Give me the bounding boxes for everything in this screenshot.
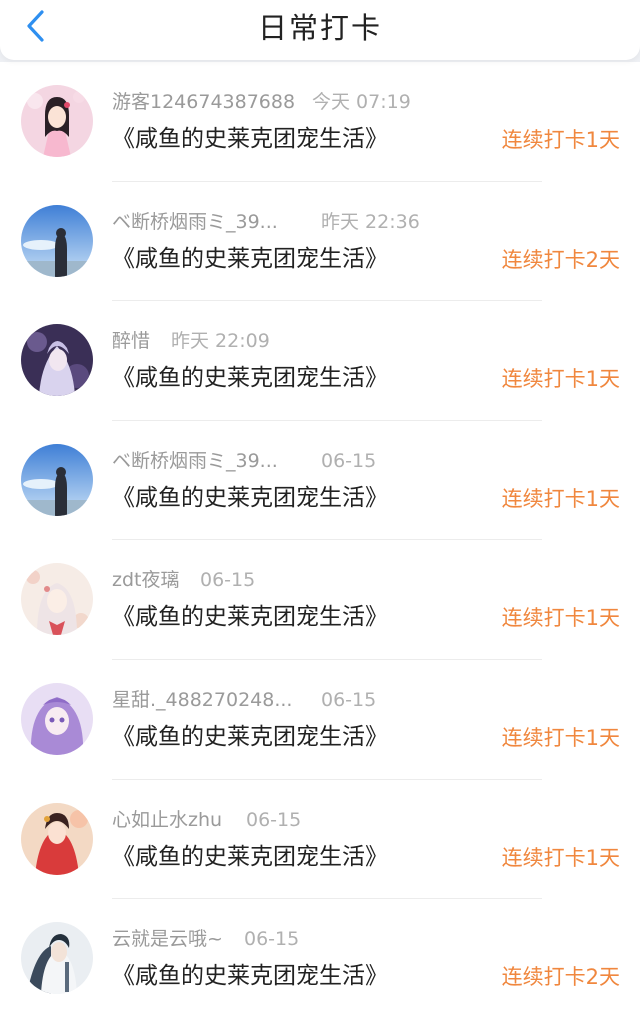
book-title[interactable]: 《咸鱼的史莱克团宠生活》 bbox=[112, 244, 388, 274]
streak-label: 连续打卡1天 bbox=[501, 128, 620, 152]
checkin-time: 今天 07:19 bbox=[312, 91, 411, 113]
list-item[interactable]: zdt夜璃 06-15 《咸鱼的史莱克团宠生活》 连续打卡1天 bbox=[0, 540, 640, 660]
checkin-time: 06-15 bbox=[244, 928, 300, 951]
list-item[interactable]: 星甜._488270248... 06-15 《咸鱼的史莱克团宠生活》 连续打卡… bbox=[0, 660, 640, 780]
user-meta: 星甜._488270248... 06-15 bbox=[112, 688, 376, 712]
avatar[interactable] bbox=[21, 443, 93, 516]
checkin-time: 06-15 bbox=[321, 449, 377, 472]
streak-label: 连续打卡1天 bbox=[501, 726, 620, 750]
list-item[interactable]: 游客124674387688 今天 07:19 《咸鱼的史莱克团宠生活》 连续打… bbox=[0, 62, 640, 182]
streak-label: 连续打卡2天 bbox=[501, 247, 620, 272]
username[interactable]: 游客124674387688 bbox=[112, 91, 295, 113]
username[interactable]: ベ断桥烟雨ミ_39... bbox=[112, 450, 278, 472]
user-meta: 心如止水zhu 06-15 bbox=[112, 808, 301, 832]
page-title: 日常打卡 bbox=[257, 11, 382, 45]
avatar[interactable] bbox=[21, 802, 93, 875]
user-meta: ベ断桥烟雨ミ_39... 昨天 22:36 bbox=[112, 210, 420, 234]
book-title[interactable]: 《咸鱼的史莱克团宠生活》 bbox=[112, 483, 388, 513]
list-item[interactable]: 云就是云哦~ 06-15 《咸鱼的史莱克团宠生活》 连续打卡2天 bbox=[0, 899, 640, 1019]
streak-label: 连续打卡2天 bbox=[501, 965, 620, 990]
streak-label: 连续打卡1天 bbox=[501, 367, 620, 392]
user-meta: zdt夜璃 06-15 bbox=[112, 568, 255, 592]
username[interactable]: 心如止水zhu bbox=[112, 809, 222, 831]
avatar[interactable] bbox=[21, 204, 93, 277]
streak-label: 连续打卡1天 bbox=[501, 845, 620, 870]
checkin-time: 06-15 bbox=[200, 569, 256, 592]
user-meta: 醉惜 昨天 22:09 bbox=[112, 329, 270, 353]
list-item[interactable]: 醉惜 昨天 22:09 《咸鱼的史莱克团宠生活》 连续打卡1天 bbox=[0, 301, 640, 421]
user-meta: ベ断桥烟雨ミ_39... 06-15 bbox=[112, 449, 376, 473]
username[interactable]: zdt夜璃 bbox=[112, 569, 179, 591]
username[interactable]: 醉惜 bbox=[112, 330, 150, 352]
list-item[interactable]: 心如止水zhu 06-15 《咸鱼的史莱克团宠生活》 连续打卡1天 bbox=[0, 780, 640, 900]
list-item[interactable]: ベ断桥烟雨ミ_39... 昨天 22:36 《咸鱼的史莱克团宠生活》 连续打卡2… bbox=[0, 182, 640, 302]
username[interactable]: ベ断桥烟雨ミ_39... bbox=[112, 211, 278, 233]
avatar[interactable] bbox=[21, 922, 93, 995]
checkin-time: 昨天 22:36 bbox=[321, 210, 420, 233]
checkin-time: 06-15 bbox=[246, 808, 302, 831]
avatar[interactable] bbox=[21, 563, 93, 636]
streak-label: 连续打卡1天 bbox=[501, 606, 620, 631]
list-item[interactable]: ベ断桥烟雨ミ_39... 06-15 《咸鱼的史莱克团宠生活》 连续打卡1天 bbox=[0, 421, 640, 541]
top-bar: 日常打卡 bbox=[0, 0, 640, 60]
avatar[interactable] bbox=[21, 85, 93, 157]
book-title[interactable]: 《咸鱼的史莱克团宠生活》 bbox=[112, 363, 388, 393]
user-meta: 云就是云哦~ 06-15 bbox=[112, 927, 299, 951]
username[interactable]: 星甜._488270248... bbox=[112, 689, 292, 711]
avatar[interactable] bbox=[21, 324, 93, 397]
avatar[interactable] bbox=[21, 683, 93, 755]
user-meta: 游客124674387688 今天 07:19 bbox=[112, 90, 411, 114]
checkin-time: 06-15 bbox=[321, 689, 377, 711]
streak-label: 连续打卡1天 bbox=[501, 486, 620, 511]
checkin-list: 游客124674387688 今天 07:19 《咸鱼的史莱克团宠生活》 连续打… bbox=[0, 62, 640, 1023]
book-title[interactable]: 《咸鱼的史莱克团宠生活》 bbox=[112, 722, 388, 752]
username[interactable]: 云就是云哦~ bbox=[112, 928, 223, 950]
book-title[interactable]: 《咸鱼的史莱克团宠生活》 bbox=[112, 961, 388, 991]
book-title[interactable]: 《咸鱼的史莱克团宠生活》 bbox=[112, 602, 388, 632]
book-title[interactable]: 《咸鱼的史莱克团宠生活》 bbox=[112, 124, 388, 154]
book-title[interactable]: 《咸鱼的史莱克团宠生活》 bbox=[112, 842, 388, 872]
checkin-time: 昨天 22:09 bbox=[171, 330, 270, 353]
